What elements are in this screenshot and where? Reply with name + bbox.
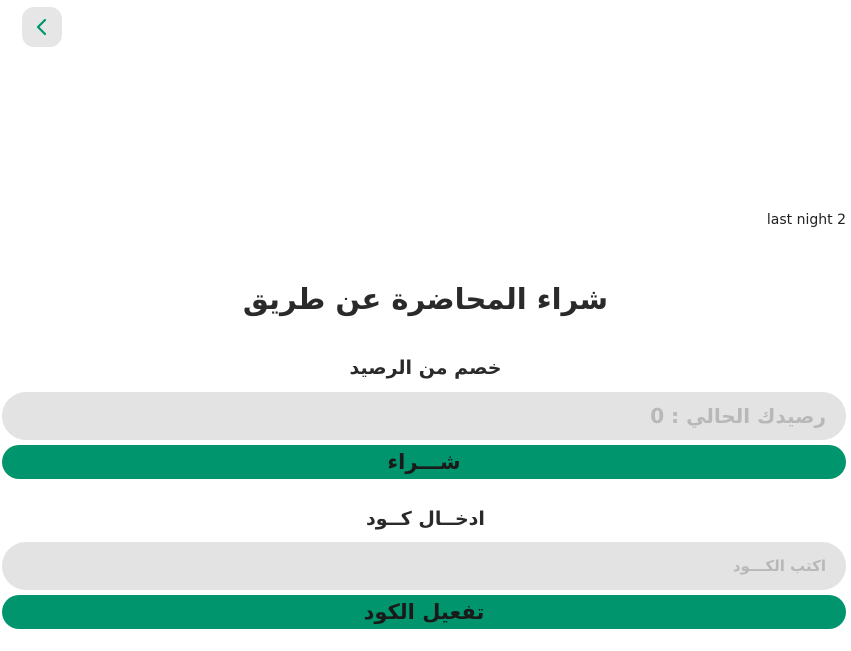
buy-button-label: شـــراء bbox=[387, 450, 461, 474]
current-balance-text: رصيدك الحالي : 0 bbox=[650, 404, 826, 428]
balance-section-label: خصم من الرصيد bbox=[349, 357, 502, 379]
page: last night 2 شراء المحاضرة عن طريق خصم م… bbox=[0, 0, 851, 651]
code-section-label: ادخــال كــود bbox=[366, 508, 485, 530]
chevron-left-icon bbox=[35, 17, 49, 37]
code-input-placeholder: اكتب الكـــود bbox=[732, 557, 826, 575]
activate-code-button[interactable]: تفعيل الكود bbox=[2, 595, 846, 629]
purchase-title: شراء المحاضرة عن طريق bbox=[242, 282, 609, 316]
buy-button[interactable]: شـــراء bbox=[2, 445, 846, 479]
code-input[interactable]: اكتب الكـــود bbox=[2, 542, 846, 590]
lecture-name: last night 2 bbox=[766, 212, 846, 228]
activate-code-button-label: تفعيل الكود bbox=[363, 600, 485, 624]
current-balance-field: رصيدك الحالي : 0 bbox=[2, 392, 846, 440]
back-button[interactable] bbox=[22, 7, 62, 47]
